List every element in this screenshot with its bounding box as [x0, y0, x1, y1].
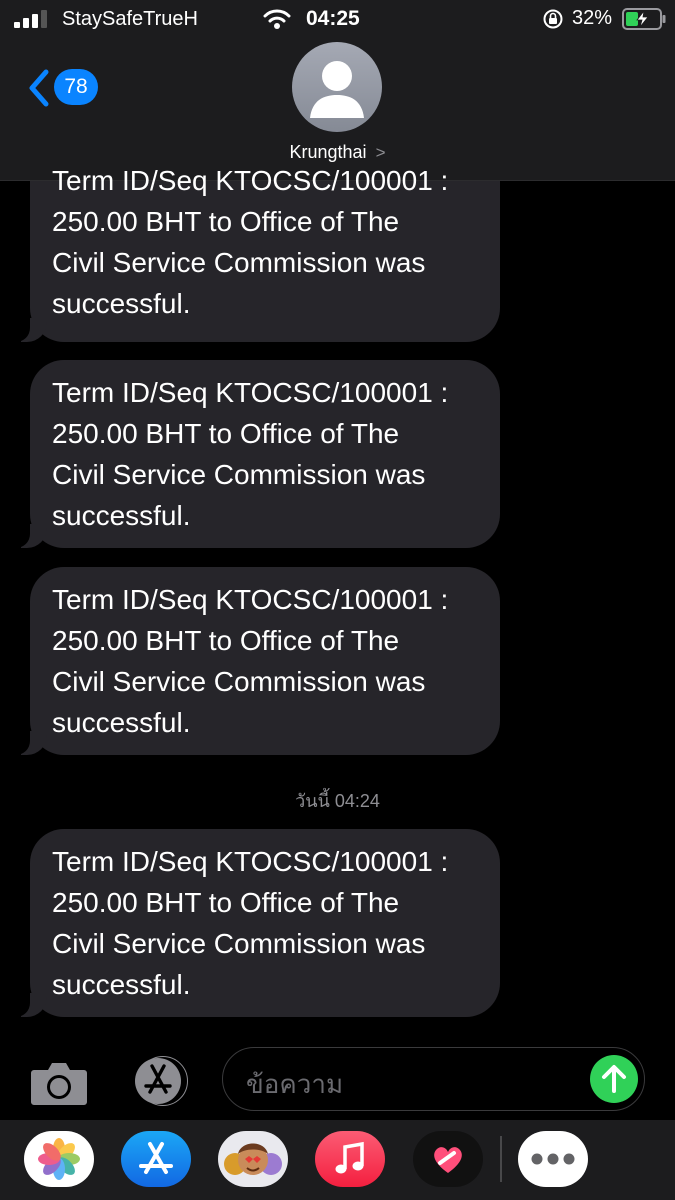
photos-app-button[interactable] — [24, 1131, 94, 1187]
memoji-icon — [224, 1143, 282, 1175]
chevron-left-icon — [29, 69, 49, 107]
music-app-button[interactable] — [315, 1131, 385, 1187]
timestamp-time: 04:24 — [334, 791, 380, 811]
contact-avatar[interactable] — [292, 42, 382, 132]
carrier-name: StaySafeTrueH — [62, 8, 198, 30]
person-icon — [310, 61, 364, 118]
battery-charging-icon — [622, 8, 666, 30]
orientation-lock-icon — [543, 9, 563, 29]
more-apps-button[interactable] — [518, 1131, 588, 1187]
message-bubble[interactable]: Term ID/Seq KTOCSC/100001 : 250.00 BHT t… — [11, 360, 500, 548]
battery-percent: 32% — [572, 7, 613, 29]
bubble-tail — [11, 318, 47, 342]
send-button[interactable] — [590, 1055, 638, 1103]
app-store-button[interactable] — [126, 1056, 190, 1106]
photos-icon — [38, 1138, 80, 1180]
digital-touch-app-button[interactable] — [413, 1131, 483, 1187]
message-text: Term ID/Seq KTOCSC/100001 : 250.00 BHT t… — [52, 377, 449, 531]
message-timestamp: วันนี้ 04:24 — [0, 786, 675, 815]
camera-button[interactable] — [30, 1060, 88, 1106]
more-icon — [531, 1153, 575, 1165]
message-bubble[interactable]: Term ID/Seq KTOCSC/100001 : 250.00 BHT t… — [11, 567, 500, 755]
message-text: Term ID/Seq KTOCSC/100001 : 250.00 BHT t… — [52, 165, 449, 319]
app-drawer — [0, 1120, 675, 1200]
message-bubble[interactable]: Term ID/Seq KTOCSC/100001 : 250.00 BHT t… — [11, 829, 500, 1017]
input-bar: ข้อความ — [0, 1040, 675, 1120]
camera-icon — [31, 1063, 87, 1105]
appstore-icon — [135, 1056, 188, 1106]
unread-count-badge: 78 — [54, 69, 98, 105]
timestamp-day: วันนี้ — [295, 791, 330, 811]
music-note-icon — [335, 1141, 364, 1174]
message-text: Term ID/Seq KTOCSC/100001 : 250.00 BHT t… — [52, 846, 449, 1000]
message-input[interactable]: ข้อความ — [222, 1047, 645, 1111]
memoji-app-button[interactable] — [218, 1131, 288, 1187]
contact-name: Krungthai — [289, 142, 367, 162]
back-button[interactable]: 78 — [28, 66, 108, 110]
message-placeholder: ข้อความ — [246, 1069, 344, 1099]
wifi-icon — [263, 9, 291, 29]
message-bubble[interactable]: Term ID/Seq KTOCSC/100001 : 250.00 BHT t… — [11, 140, 500, 342]
arrow-up-icon — [602, 1065, 626, 1093]
conversation-header: StaySafeTrueH 04:25 32% 78 Krungthai > — [0, 0, 675, 181]
status-bar: StaySafeTrueH 04:25 32% — [0, 0, 675, 40]
app-drawer-divider — [500, 1136, 502, 1182]
digital-touch-icon — [434, 1147, 462, 1173]
appstore-icon — [139, 1142, 173, 1174]
appstore-app-button[interactable] — [121, 1131, 191, 1187]
bubble-tail — [11, 731, 47, 755]
bubble-tail — [11, 993, 47, 1017]
status-time: 04:25 — [306, 7, 360, 30]
signal-icon — [14, 10, 47, 28]
bubble-tail — [11, 524, 47, 548]
message-text: Term ID/Seq KTOCSC/100001 : 250.00 BHT t… — [52, 584, 449, 738]
